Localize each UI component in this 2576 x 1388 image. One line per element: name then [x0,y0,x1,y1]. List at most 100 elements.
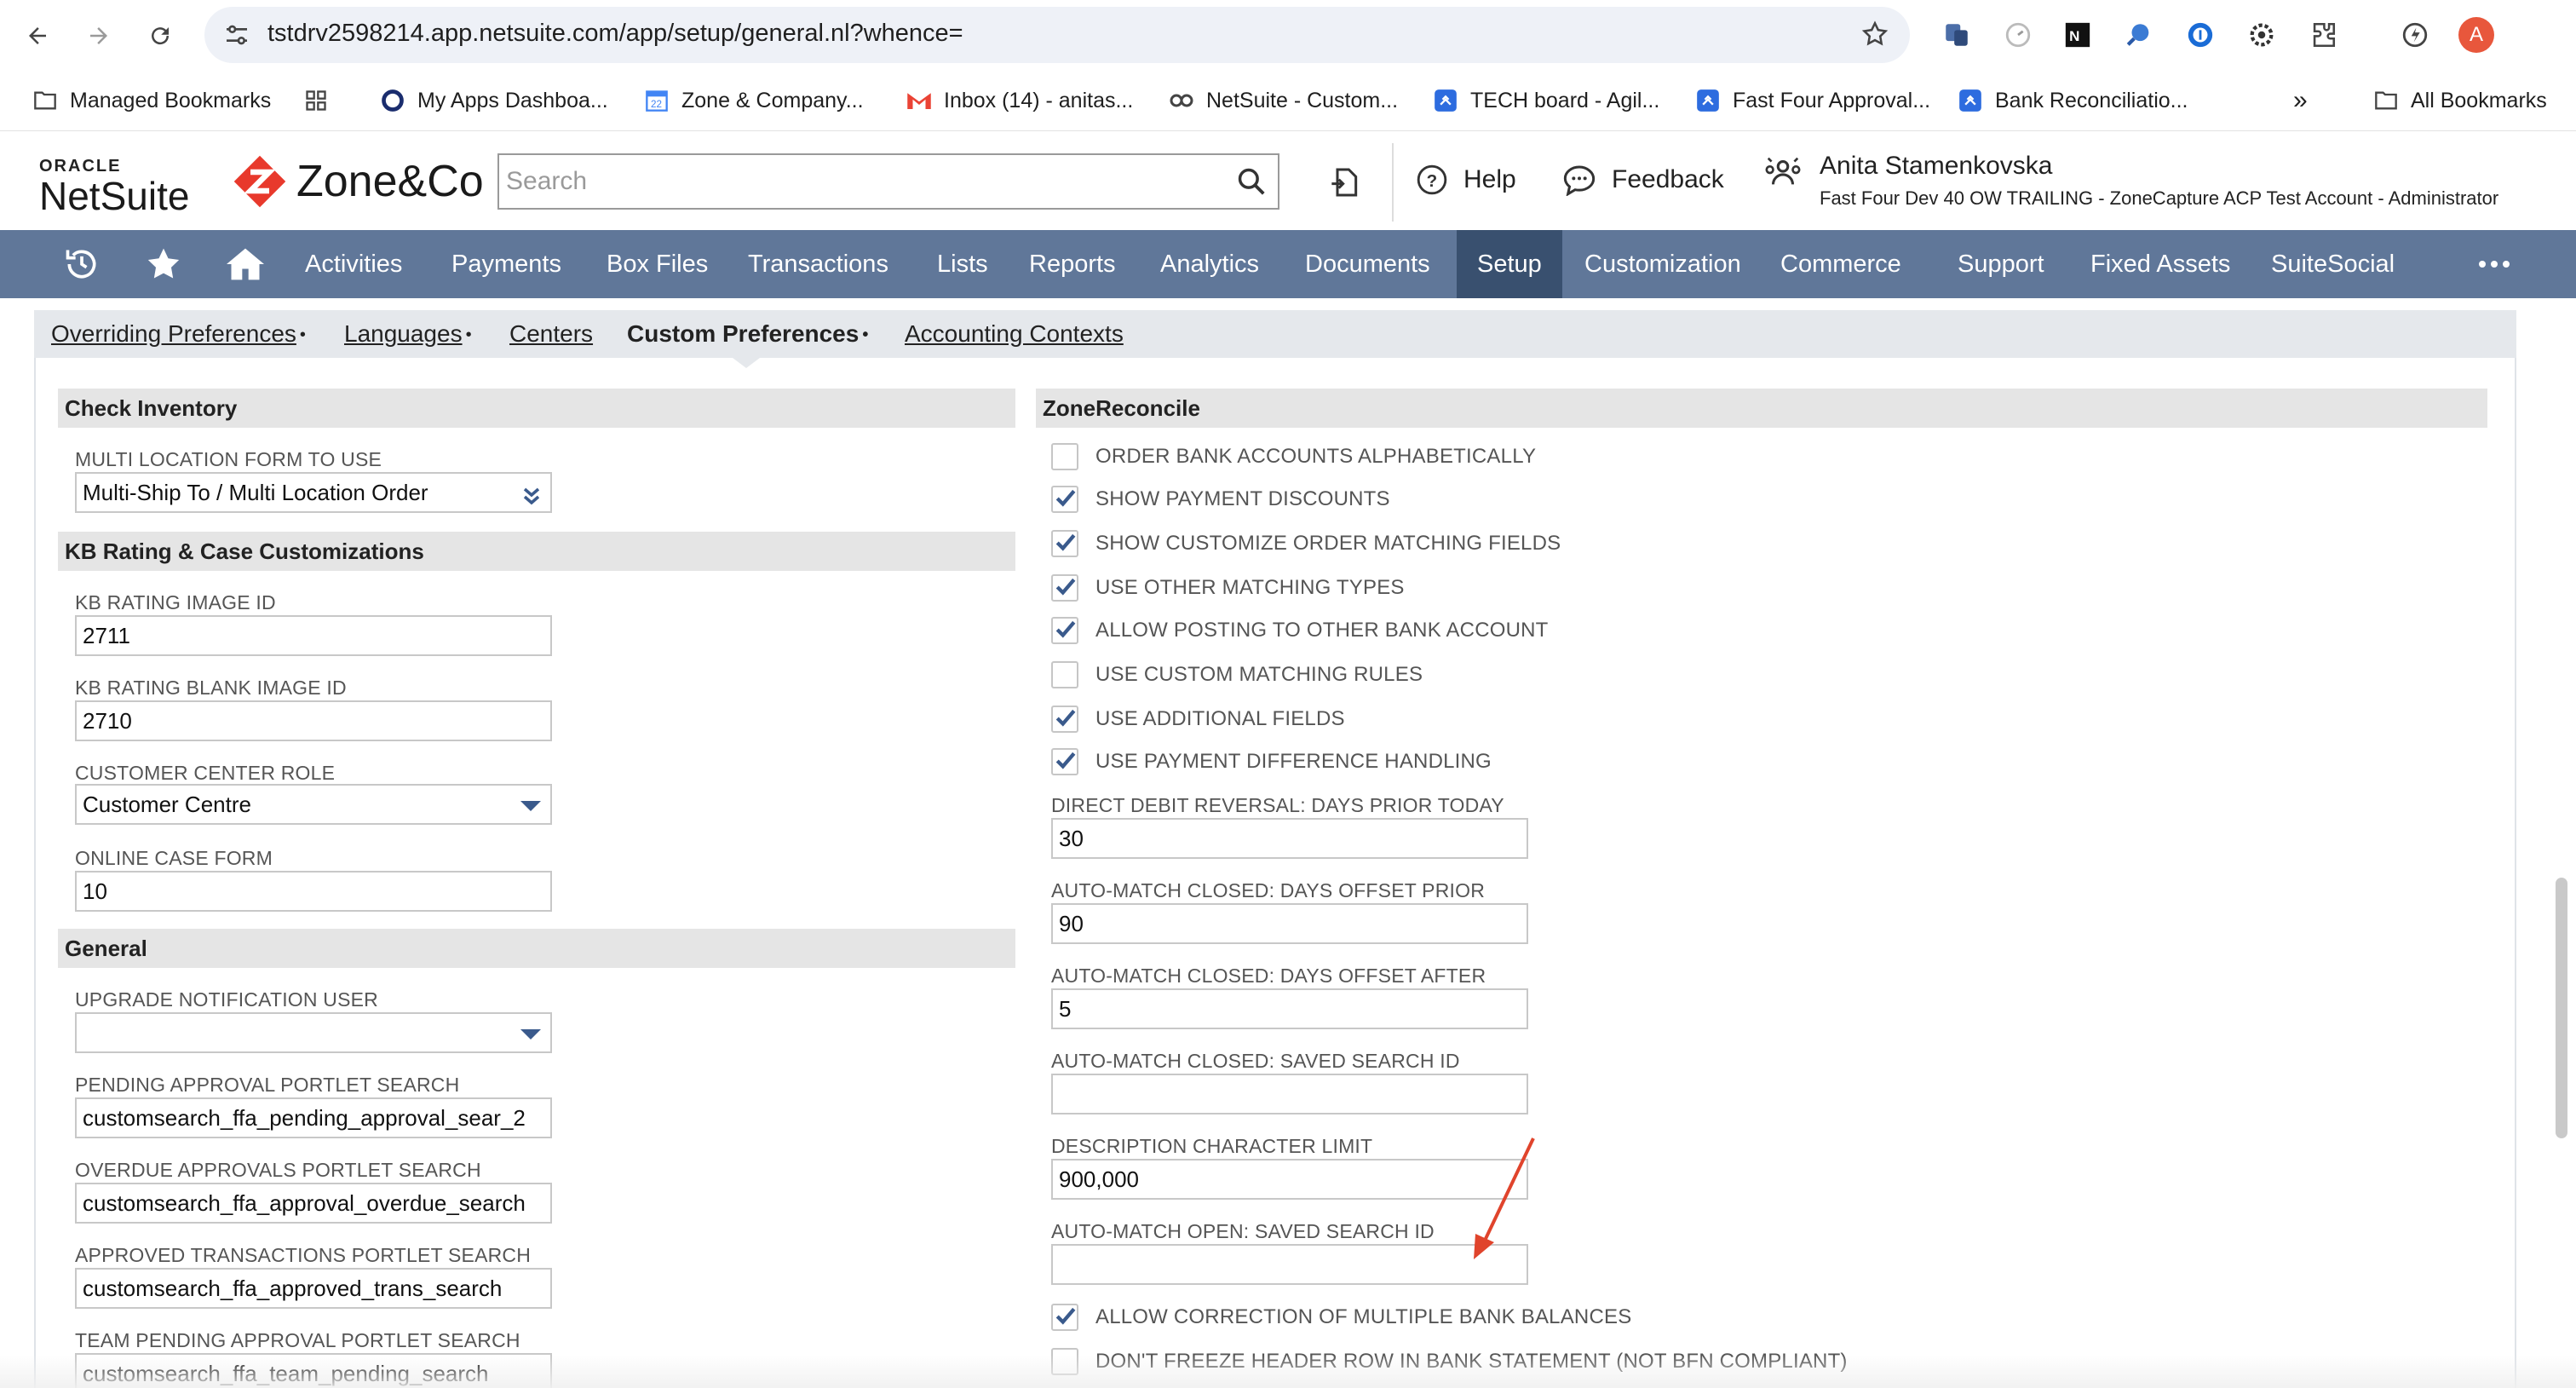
days-offset-after-input[interactable]: 5 [1051,988,1528,1029]
bookmark-bank-rec[interactable]: Bank Reconciliatio... [1958,85,2188,116]
customer-center-role-select[interactable]: Customer Centre [75,784,552,825]
checkbox-use-additional-fields[interactable] [1051,706,1078,733]
oracle-netsuite-logo[interactable]: ORACLE NetSuite [39,157,189,219]
forward-button[interactable] [78,15,119,56]
checkbox-show-customize-order[interactable] [1051,530,1078,557]
all-bookmarks-button[interactable]: All Bookmarks [2373,85,2547,116]
performance-icon[interactable] [2397,17,2433,53]
extension-translate-icon[interactable] [1939,17,1975,53]
role-switch-icon[interactable] [1763,153,1803,193]
days-offset-prior-input[interactable]: 90 [1051,903,1528,944]
nav-suitesocial[interactable]: SuiteSocial [2271,230,2395,298]
checkbox-row[interactable]: ORDER BANK ACCOUNTS ALPHABETICALLY [1051,440,1536,474]
site-settings-icon[interactable] [223,21,250,49]
subtab-custom-preferences[interactable]: Custom Preferences • [627,320,868,348]
extension-password-icon[interactable] [2182,17,2218,53]
kb-image-id-input[interactable]: 2711 [75,615,552,656]
checkbox-row[interactable]: ALLOW POSTING TO OTHER BANK ACCOUNT [1051,613,1549,648]
bookmark-star-icon[interactable] [1860,20,1889,49]
checkbox-row[interactable]: USE ADDITIONAL FIELDS [1051,702,1345,736]
subtab-overriding-preferences[interactable]: Overriding Preferences • [51,320,306,348]
apps-grid-icon [303,88,329,113]
online-case-form-input[interactable]: 10 [75,871,552,912]
help-button[interactable]: ? Help [1416,164,1516,196]
bookmark-tech-board[interactable]: TECH board - Agil... [1433,85,1659,116]
checkbox-row[interactable]: ALLOW CORRECTION OF MULTIPLE BANK BALANC… [1051,1300,1631,1334]
back-button[interactable] [17,15,58,56]
description-limit-input[interactable]: 900,000 [1051,1159,1528,1200]
bookmark-inbox[interactable]: Inbox (14) - anitas... [906,85,1133,116]
days-offset-prior-label: AUTO-MATCH CLOSED: DAYS OFFSET PRIOR [1051,879,1485,901]
checkbox-show-payment-discounts[interactable] [1051,486,1078,513]
closed-saved-search-input[interactable] [1051,1074,1528,1114]
checkbox-use-custom-matching-rules[interactable] [1051,661,1078,688]
extension-search-icon[interactable] [2121,17,2157,53]
checkbox-allow-correction[interactable] [1051,1304,1078,1331]
bookmark-zone-company[interactable]: 22 Zone & Company... [644,85,864,116]
more-bookmarks-button[interactable]: » [2293,85,2308,116]
section-check-inventory: Check Inventory [58,389,1015,428]
recent-records-icon[interactable] [1329,165,1363,199]
checkbox-order-bank-accounts[interactable] [1051,443,1078,470]
overdue-approvals-input[interactable]: customsearch_ffa_approval_overdue_search [75,1183,552,1224]
nav-activities[interactable]: Activities [305,230,402,298]
favorites-star-icon[interactable] [145,245,182,283]
checkbox-use-other-matching-types[interactable] [1051,574,1078,602]
user-account[interactable]: Fast Four Dev 40 OW TRAILING - ZoneCaptu… [1820,187,2498,210]
checkbox-use-payment-difference[interactable] [1051,748,1078,775]
direct-debit-input[interactable]: 30 [1051,818,1528,859]
home-icon[interactable] [225,245,266,283]
bookmarks-bar: Managed Bookmarks My Apps Dashboa... 22 … [0,72,2576,131]
nav-commerce[interactable]: Commerce [1780,230,1901,298]
bookmark-apps[interactable] [303,85,341,116]
nav-reports[interactable]: Reports [1029,230,1116,298]
closed-saved-search-label: AUTO-MATCH CLOSED: SAVED SEARCH ID [1051,1050,1460,1072]
nav-lists[interactable]: Lists [937,230,988,298]
extension-ns-icon[interactable]: N [2060,17,2096,53]
nav-payments[interactable]: Payments [451,230,561,298]
upgrade-notification-select[interactable] [75,1012,552,1053]
nav-analytics[interactable]: Analytics [1160,230,1259,298]
feedback-button[interactable]: Feedback [1562,164,1724,196]
pending-approval-input[interactable]: customsearch_ffa_pending_approval_sear_2 [75,1097,552,1138]
bookmark-my-apps[interactable]: My Apps Dashboa... [380,85,608,116]
subtab-centers[interactable]: Centers [509,320,593,348]
nav-transactions[interactable]: Transactions [748,230,888,298]
checkbox-row[interactable]: USE OTHER MATCHING TYPES [1051,571,1405,605]
nav-support[interactable]: Support [1958,230,2044,298]
nav-customization[interactable]: Customization [1584,230,1741,298]
search-icon[interactable] [1235,165,1268,198]
checkbox-row[interactable]: SHOW CUSTOMIZE ORDER MATCHING FIELDS [1051,527,1561,561]
checkbox-row[interactable]: USE CUSTOM MATCHING RULES [1051,658,1423,692]
open-saved-search-input[interactable] [1051,1244,1528,1285]
extension-gear-icon[interactable] [2244,17,2280,53]
subtab-accounting-contexts[interactable]: Accounting Contexts [905,320,1124,348]
double-chevron-icon [521,486,542,506]
nav-documents[interactable]: Documents [1305,230,1430,298]
bookmark-netsuite[interactable]: NetSuite - Custom... [1169,85,1398,116]
extension-timer-icon[interactable] [2000,17,2036,53]
approved-transactions-input[interactable]: customsearch_ffa_approved_trans_search [75,1268,552,1309]
section-kb-rating: KB Rating & Case Customizations [58,532,1015,571]
bookmark-managed[interactable]: Managed Bookmarks [32,85,271,116]
checkbox-row[interactable]: SHOW PAYMENT DISCOUNTS [1051,482,1390,516]
address-bar[interactable]: tstdrv2598214.app.netsuite.com/app/setup… [204,7,1910,63]
extensions-puzzle-icon[interactable] [2305,17,2341,53]
nav-setup[interactable]: Setup [1457,230,1562,298]
global-search-input[interactable]: Search [497,153,1279,210]
profile-avatar[interactable]: A [2458,17,2494,53]
kb-blank-id-input[interactable]: 2710 [75,700,552,741]
subtab-languages[interactable]: Languages • [344,320,472,348]
user-name[interactable]: Anita Stamenkovska [1820,152,2052,181]
nav-fixed-assets[interactable]: Fixed Assets [2090,230,2230,298]
checkbox-row[interactable]: USE PAYMENT DIFFERENCE HANDLING [1051,745,1492,779]
checkbox-allow-posting[interactable] [1051,617,1078,644]
bookmark-fast-four[interactable]: Fast Four Approval... [1695,85,1930,116]
more-menu-icon[interactable] [2475,252,2513,276]
reload-button[interactable] [140,15,181,56]
nav-box-files[interactable]: Box Files [607,230,708,298]
page-scrollbar[interactable] [2556,878,2567,1138]
days-offset-after-label: AUTO-MATCH CLOSED: DAYS OFFSET AFTER [1051,965,1486,987]
recent-history-icon[interactable] [63,245,101,283]
multi-location-select[interactable]: Multi-Ship To / Multi Location Order [75,472,552,513]
